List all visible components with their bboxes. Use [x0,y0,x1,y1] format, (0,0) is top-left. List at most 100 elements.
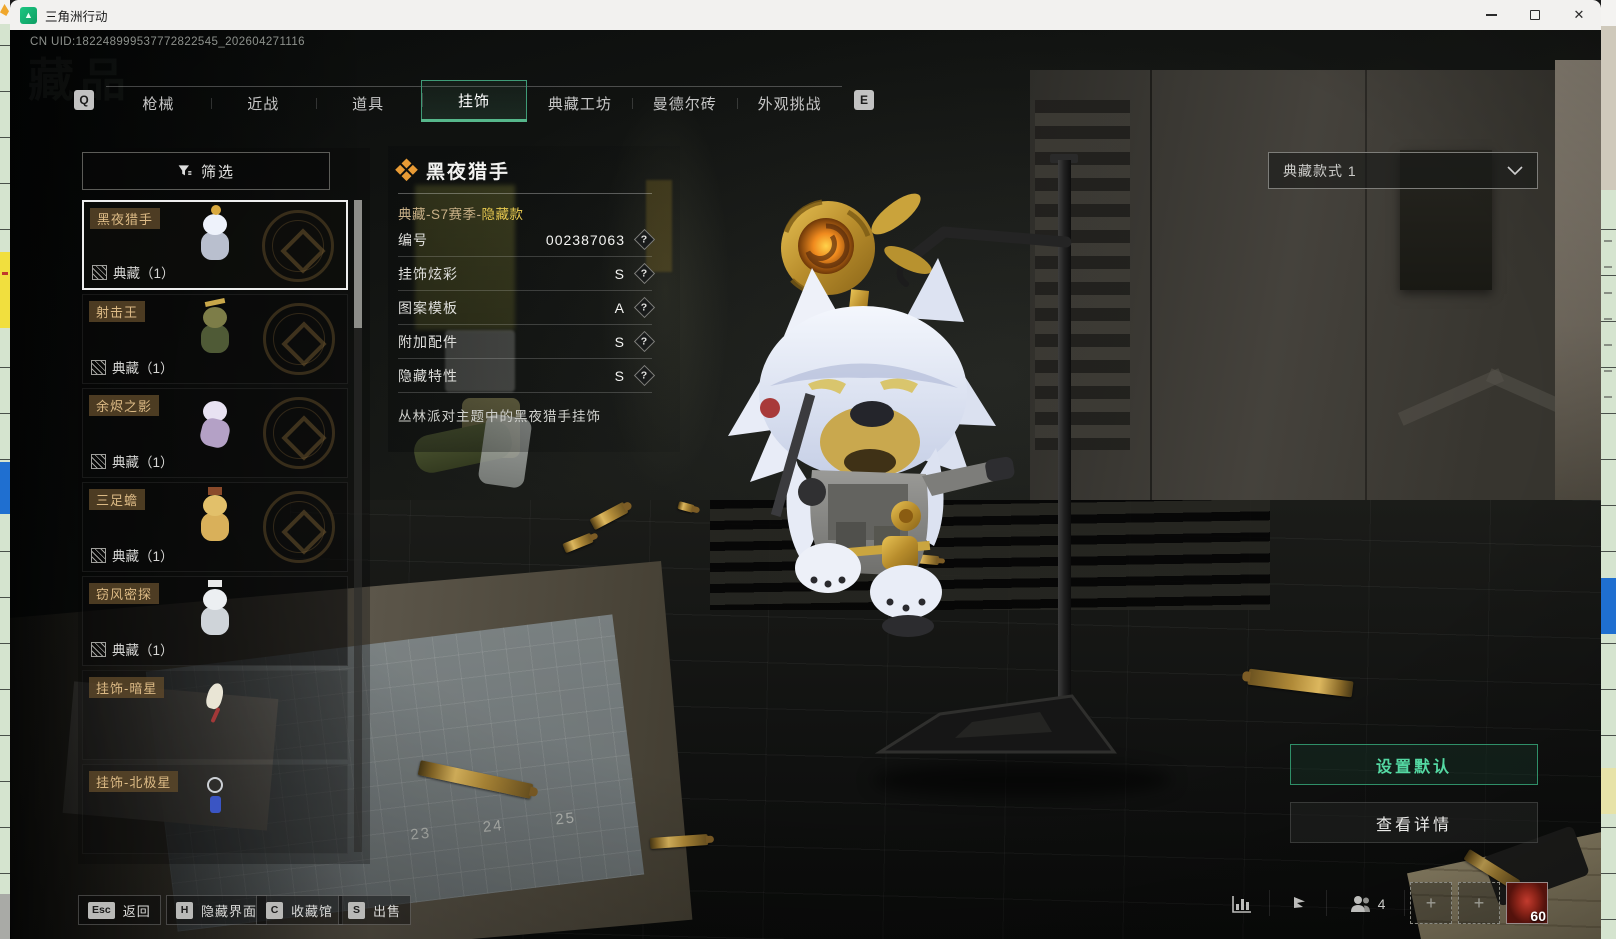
style-dropdown[interactable]: 典藏款式 1 [1268,152,1538,189]
help-icon[interactable]: ? [633,364,656,387]
stand-arm [900,226,1072,268]
maximize-button[interactable] [1513,0,1557,30]
uid-text: CN UID:182248999537772822545_20260427111… [30,36,305,48]
tab-firearms[interactable]: 枪械 [106,87,211,120]
funnel-icon [178,165,192,176]
help-icon[interactable]: ? [633,262,656,285]
charm-list-item[interactable]: 射击王 典藏（1） [82,294,348,384]
hotkey-back[interactable]: Esc 返回 [78,895,161,925]
series-prefix: 典藏-S7赛季- [398,207,482,222]
report-button[interactable] [1279,886,1319,922]
tab-charms[interactable]: 挂饰 [420,80,528,122]
stat-value: S [614,333,625,350]
stat-row-colorway: 挂饰炫彩 S ? [398,257,656,291]
tab-mandel-brick[interactable]: 曼德尔砖 [632,87,737,120]
divider [1326,890,1327,916]
tier-label: 典藏（1） [112,455,174,470]
people-icon [1350,896,1370,912]
help-icon[interactable]: ? [633,296,656,319]
vest-pouch [836,522,866,548]
tier-label: 典藏（1） [112,361,174,376]
charm-name-tag: 挂饰-暗星 [89,677,165,698]
tab-appearance-challenge[interactable]: 外观挑战 [737,87,842,120]
spreadsheet-selected-cell [1601,578,1616,634]
window-title: 三角洲行动 [45,9,108,24]
charm-list-item[interactable]: 黑夜猎手 典藏（1） [82,200,348,290]
empty-slot-button[interactable]: + [1410,882,1452,924]
charm-list-item[interactable]: 窃风密探 典藏（1） [82,576,348,666]
tab-melee[interactable]: 近战 [210,87,316,120]
tab-label: 曼德尔砖 [652,96,717,113]
collection-tier-icon [91,547,106,563]
tab-label: 挂饰 [458,92,491,110]
tab-label: 枪械 [142,96,175,113]
tier-label: 典藏（1） [112,549,174,564]
tab-label: 近战 [247,96,280,113]
minimize-button[interactable] [1469,0,1513,30]
stat-label: 隐藏特性 [398,367,458,384]
next-section-keycap[interactable]: E [854,90,874,110]
plus-icon: + [1473,892,1485,913]
collection-emblem-icon [263,397,335,469]
charm-list-item[interactable]: 挂饰-暗星 [82,670,348,760]
hotkey-sell[interactable]: S 出售 [338,895,412,925]
tab-items[interactable]: 道具 [315,87,421,120]
help-icon[interactable]: ? [633,330,656,353]
scrollbar-thumb[interactable] [354,200,362,328]
small-red-rose [760,398,780,418]
collection-tier-icon [91,453,106,469]
gold-shin-guard [882,536,918,570]
paw-pad [838,576,846,584]
style-dropdown-value: 典藏款式 1 [1283,162,1357,179]
background-spreadsheet-left [0,0,10,939]
help-icon[interactable]: ? [633,228,656,251]
game-window: ▲ 三角洲行动 ✕ 23 24 25 CN UID:18224899953777… [10,0,1601,939]
list-scrollbar[interactable] [354,200,362,852]
stat-label: 挂饰炫彩 [398,265,458,282]
tab-label: 道具 [352,96,385,113]
minimize-icon [1485,14,1497,16]
h-keycap: H [176,901,193,919]
charm-name-tag: 余烬之影 [89,395,160,416]
charm-list-item[interactable]: 挂饰-北极星 [82,764,348,854]
hotkey-collection-hall[interactable]: C 收藏馆 [256,895,344,925]
model-preview-area[interactable] [700,140,1150,780]
charm-thumbnail [204,681,226,724]
paw-pad [810,576,818,584]
top-navigation: Q 枪械 近战 道具 挂饰 典藏工坊 曼德尔砖 外观挑战 E [74,76,874,122]
scene-bright-wall [1555,60,1601,500]
maximize-icon [1530,10,1540,20]
background-spreadsheet-right [1601,0,1616,939]
character-mouth [844,449,896,475]
charm-list-item[interactable]: 余烬之影 典藏（1） [82,388,348,478]
stat-row-pattern: 图案模板 A ? [398,291,656,325]
party-members-button[interactable]: 4 [1336,886,1398,922]
prev-section-keycap[interactable]: Q [74,90,94,110]
app-logo-icon: ▲ [20,6,37,24]
filter-button[interactable]: 筛选 [82,152,330,190]
charm-list-item[interactable]: 三足蟾 典藏（1） [82,482,348,572]
hotkey-label: 返回 [122,903,151,919]
gold-medallion-center [899,509,913,523]
player-avatar[interactable]: 60 [1506,882,1548,924]
empty-slot-button[interactable]: + [1458,882,1500,924]
hotkey-label: 出售 [373,903,402,919]
set-default-button[interactable]: 设置默认 [1290,744,1538,785]
tab-collection-workshop[interactable]: 典藏工坊 [527,87,632,120]
paw-pad [902,604,910,612]
view-details-button[interactable]: 查看详情 [1290,802,1538,843]
scene-crate-seam [1150,70,1152,540]
tab-list: 枪械 近战 道具 挂饰 典藏工坊 曼德尔砖 外观挑战 [106,80,842,122]
window-titlebar: ▲ 三角洲行动 ✕ [10,0,1601,30]
filter-label: 筛选 [200,163,235,181]
stat-label: 图案模板 [398,299,458,316]
tier-row: 典藏（1） [91,451,174,471]
close-button[interactable]: ✕ [1557,0,1601,30]
divider [1269,890,1270,916]
hotkey-label: 隐藏界面 [201,903,258,919]
stats-button[interactable] [1222,886,1262,922]
stand-pole [1058,160,1071,752]
c-keycap: C [266,901,283,919]
collection-emblem-icon [263,491,335,563]
hotkey-hide-ui[interactable]: H 隐藏界面 [166,895,268,925]
